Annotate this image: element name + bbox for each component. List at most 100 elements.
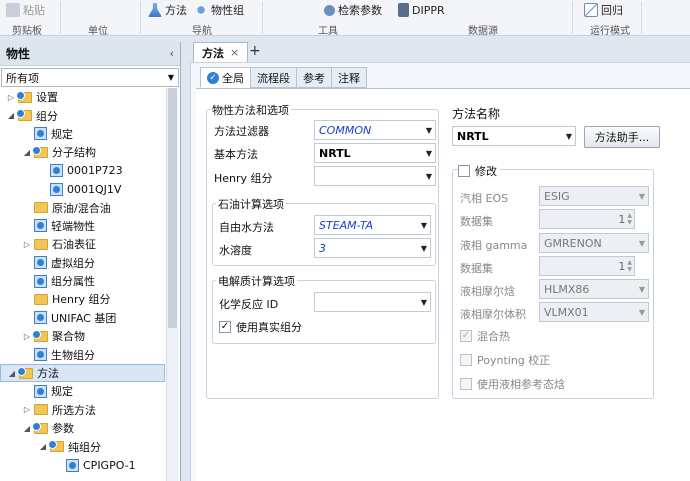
tree-node[interactable]: ▷ 所选方法 xyxy=(0,401,165,419)
expand-toggle-icon[interactable]: ▷ xyxy=(22,332,32,341)
liquid-gamma-label: 液相 gamma xyxy=(460,239,528,252)
navigation-pane: 物性 ‹ 所有项 ▼ ▷ 设置 ◢ 组分 规定 ◢ 分子结构 0001P723 0001QJ1V… xyxy=(0,42,181,481)
folder-icon xyxy=(34,202,48,214)
liquid-volume-select[interactable]: VLMX01 ▼ xyxy=(539,302,649,322)
database-icon xyxy=(398,3,409,17)
expand-toggle-icon[interactable]: ◢ xyxy=(22,148,32,157)
document-tab-methods[interactable]: 方法 × xyxy=(193,42,249,62)
method-filter-select[interactable]: COMMON ▼ xyxy=(314,120,436,140)
tree-node[interactable]: 虚拟组分 xyxy=(0,254,165,272)
retrieve-params-button[interactable]: 检索参数 xyxy=(324,2,382,18)
modify-checkbox[interactable]: 修改 xyxy=(458,163,500,179)
tab-flowsheet-sections[interactable]: 流程段 xyxy=(250,67,297,88)
vapor-dataset-label: 数据集 xyxy=(460,215,493,228)
tree-node[interactable]: 组分属性 xyxy=(0,272,165,290)
tree-node-label: 虚拟组分 xyxy=(51,256,95,270)
expand-toggle-icon[interactable]: ◢ xyxy=(22,424,32,433)
ribbon-divider xyxy=(60,2,61,34)
methods-assistant-button[interactable]: 方法助手... xyxy=(584,126,660,148)
heat-of-mixing-checkbox[interactable]: ✓ 混合热 xyxy=(460,328,510,344)
tree-node[interactable]: 规定 xyxy=(0,382,165,400)
expand-toggle-icon[interactable]: ◢ xyxy=(6,111,16,120)
navigation-filter-select[interactable]: 所有项 ▼ xyxy=(1,68,179,87)
vapor-dataset-stepper[interactable]: 1 ▲ ▼ xyxy=(539,209,635,229)
regression-button[interactable]: 回归 xyxy=(584,2,623,18)
base-method-select[interactable]: NRTL ▼ xyxy=(314,143,436,163)
ribbon-divider xyxy=(140,2,141,34)
tree-node[interactable]: 原油/混合油 xyxy=(0,198,165,216)
tree-node[interactable]: ▷ 设置 xyxy=(0,88,165,106)
chevron-down-icon: ▼ xyxy=(420,243,427,253)
form-complete-icon xyxy=(50,164,63,178)
chemistry-id-label: 化学反应 ID xyxy=(219,298,279,311)
global-panel: 物性方法和选项 方法过滤器 COMMON ▼ 基本方法 NRTL ▼ Henry… xyxy=(196,88,690,481)
tree-node[interactable]: 规定 xyxy=(0,125,165,143)
liquid-enthalpy-select[interactable]: HLMX86 ▼ xyxy=(539,279,649,299)
use-true-components-checkbox[interactable]: ✓ 使用真实组分 xyxy=(219,319,302,335)
tab-referenced[interactable]: 参考 xyxy=(296,67,332,88)
tree-node[interactable]: Henry 组分 xyxy=(0,290,165,308)
scrollbar-thumb[interactable] xyxy=(168,88,177,328)
tree-node[interactable]: 轻端物性 xyxy=(0,217,165,235)
ribbon-divider xyxy=(641,2,642,34)
tree-node[interactable]: ◢ 组分 xyxy=(0,106,165,124)
tree-node-label: 参数 xyxy=(52,422,74,436)
tree-node[interactable]: ▷ 聚合物 xyxy=(0,327,165,345)
dippr-button[interactable]: DIPPR xyxy=(398,2,445,18)
poynting-correction-label: Poynting 校正 xyxy=(477,354,551,367)
tree-node-label: 分子结构 xyxy=(52,146,96,160)
add-tab-icon[interactable]: + xyxy=(249,43,261,59)
property-methods-group-title: 物性方法和选项 xyxy=(210,102,291,118)
navigation-tree: ▷ 设置 ◢ 组分 规定 ◢ 分子结构 0001P723 0001QJ1V 原油/混合油 轻端物性 ▷… xyxy=(0,88,165,481)
expand-toggle-icon[interactable]: ◢ xyxy=(7,369,17,378)
expand-toggle-icon[interactable]: ▷ xyxy=(22,240,32,249)
tree-node-label: UNIFAC 基团 xyxy=(51,311,117,325)
property-set-button[interactable]: 物性组 xyxy=(194,2,244,18)
close-icon[interactable]: × xyxy=(230,46,239,59)
free-water-method-select[interactable]: STEAM-TA ▼ xyxy=(314,215,431,235)
poynting-correction-checkbox[interactable]: Poynting 校正 xyxy=(460,352,550,368)
chevron-down-icon: ▼ xyxy=(425,125,432,135)
expand-toggle-icon[interactable]: ▷ xyxy=(6,93,16,102)
tree-node[interactable]: ◢ 方法 xyxy=(0,363,165,383)
tree-node[interactable]: CPIGPO-1 xyxy=(0,456,165,474)
tree-node[interactable]: 生物组分 xyxy=(0,345,165,363)
tree-node[interactable]: 0001P723 xyxy=(0,162,165,180)
tree-node[interactable]: ◢ 参数 xyxy=(0,419,165,437)
unit-group-label: 单位 xyxy=(88,26,108,37)
form-complete-icon xyxy=(34,219,47,233)
tab-comments[interactable]: 注释 xyxy=(331,67,367,88)
chevron-down-icon: ▼ xyxy=(425,148,432,158)
clipboard-group-label: 剪贴板 xyxy=(12,26,42,37)
tools-group-label: 工具 xyxy=(318,26,338,37)
chevron-down-icon: ▼ xyxy=(565,131,572,141)
tree-node[interactable]: ▷ 石油表征 xyxy=(0,235,165,253)
collapse-icon[interactable]: ‹ xyxy=(170,47,174,60)
liquid-gamma-select[interactable]: GMRENON ▼ xyxy=(539,233,649,253)
expand-toggle-icon[interactable]: ◢ xyxy=(38,442,48,451)
tab-global[interactable]: ✓ 全局 xyxy=(200,67,251,88)
navigation-scrollbar[interactable] xyxy=(166,88,178,481)
liquid-volume-label: 液相摩尔体积 xyxy=(460,308,526,321)
chevron-down-icon: ▼ xyxy=(167,73,174,82)
liquid-reference-state-checkbox[interactable]: 使用液相参考态焓 xyxy=(460,376,565,392)
free-water-method-value: STEAM-TA xyxy=(319,218,374,232)
chemistry-id-select[interactable]: ▼ xyxy=(314,292,431,312)
method-button[interactable]: 方法 xyxy=(148,2,187,18)
tree-node[interactable]: UNIFAC 基团 xyxy=(0,309,165,327)
vapor-eos-select[interactable]: ESIG ▼ xyxy=(539,186,649,206)
henry-components-select[interactable]: ▼ xyxy=(314,166,436,186)
tree-node[interactable]: ◢ 纯组分 xyxy=(0,437,165,455)
form-tabs: ✓ 全局 流程段 参考 注释 xyxy=(200,67,367,88)
paste-button[interactable]: 粘贴 xyxy=(6,2,45,18)
water-solubility-select[interactable]: 3 ▼ xyxy=(314,238,431,258)
navigation-header: 物性 ‹ xyxy=(0,42,180,66)
liquid-dataset-stepper[interactable]: 1 ▲ ▼ xyxy=(539,256,635,276)
molecule-icon xyxy=(194,3,208,17)
tree-node[interactable]: ◢ 分子结构 xyxy=(0,143,165,161)
ribbon: 粘贴 剪贴板 单位 方法 物性组 导航 检索参数 工具 DIPPR 数据源 回归… xyxy=(0,0,690,37)
tree-node[interactable]: 0001QJ1V xyxy=(0,180,165,198)
method-name-select[interactable]: NRTL ▼ xyxy=(452,126,576,146)
expand-toggle-icon[interactable]: ▷ xyxy=(22,405,32,414)
folder-icon xyxy=(34,293,48,305)
